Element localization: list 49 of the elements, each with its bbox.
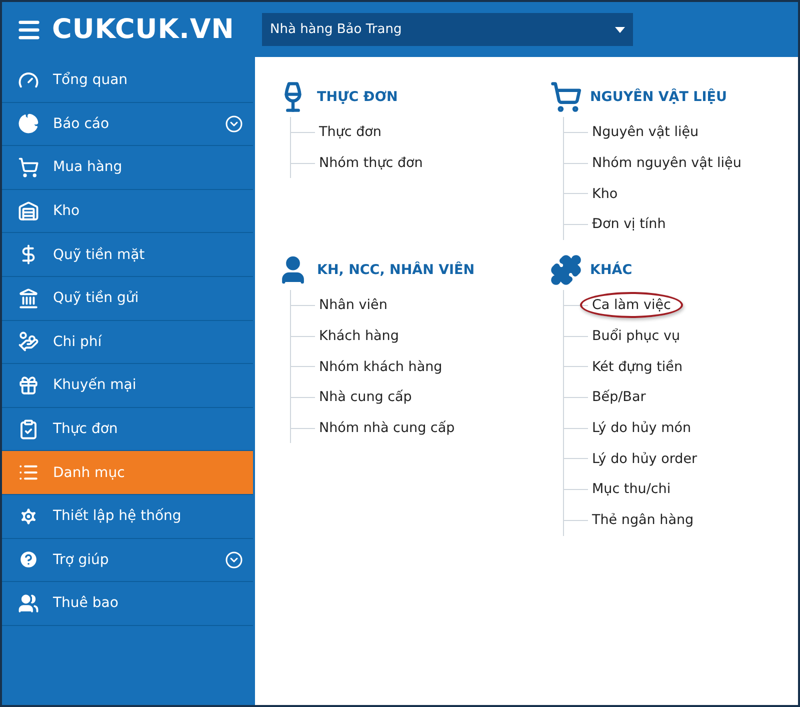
users-icon: [18, 592, 39, 614]
menu-link[interactable]: Nguyên vật liệu: [580, 119, 711, 146]
clipboard-icon: [18, 418, 39, 440]
sidebar-item[interactable]: Thuê bao: [2, 582, 253, 626]
gift-icon: [18, 374, 39, 396]
menu-link[interactable]: Kho: [580, 180, 630, 207]
pie-chart-icon: [18, 113, 39, 134]
menu-link[interactable]: Thẻ ngân hàng: [580, 507, 706, 534]
sidebar-item[interactable]: Quỹ tiền gửi: [2, 276, 253, 321]
caret-icon: [615, 26, 625, 32]
bank-icon: [18, 288, 39, 309]
sidebar-item[interactable]: Kho: [2, 190, 253, 234]
menu-link[interactable]: Nhóm nguyên vật liệu: [580, 150, 754, 176]
menu-link[interactable]: Nhóm thực đơn: [307, 150, 435, 176]
menu-link[interactable]: Két đựng tiền: [580, 354, 695, 380]
section-title: THỰC ĐƠN: [317, 89, 398, 105]
section-title: NGUYÊN VẬT LIỆU: [590, 89, 727, 105]
menu-link[interactable]: Bếp/Bar: [580, 384, 658, 410]
expand-icon[interactable]: [225, 114, 243, 133]
expand-icon[interactable]: [225, 550, 243, 569]
menu-link[interactable]: Đơn vị tính: [580, 211, 678, 238]
warehouse-icon: [18, 200, 39, 222]
sidebar-item[interactable]: Mua hàng: [2, 146, 253, 190]
sidebar-item[interactable]: Quỹ tiền mặt: [2, 233, 253, 277]
sidebar-item[interactable]: Khuyến mại: [2, 364, 253, 408]
sidebar-item[interactable]: Báo cáo: [2, 102, 253, 146]
cart-icon: [550, 81, 582, 113]
section-title: KHÁC: [590, 262, 632, 278]
puzzle-icon: [550, 254, 582, 286]
menu-link[interactable]: Thực đơn: [307, 119, 394, 146]
section-title: KH, NCC, NHÂN VIÊN: [317, 262, 475, 278]
logo: CUKCUK.VN: [52, 14, 234, 45]
menu-link[interactable]: Ca làm việc: [580, 292, 683, 318]
menu-link[interactable]: Nhà cung cấp: [307, 384, 424, 410]
menu-link[interactable]: Buổi phục vụ: [580, 323, 692, 350]
menu-link[interactable]: Khách hàng: [307, 323, 411, 350]
menu-link[interactable]: Nhóm nhà cung cấp: [307, 415, 467, 442]
sidebar-item[interactable]: Chi phí: [2, 320, 253, 364]
menu-link[interactable]: Lý do hủy order: [580, 446, 710, 472]
menu-link[interactable]: Lý do hủy món: [580, 415, 704, 442]
help-icon: [18, 549, 39, 570]
restaurant-select[interactable]: Nhà hàng Bảo Trang: [262, 13, 633, 46]
sidebar-item[interactable]: Thiết lập hệ thống: [2, 494, 253, 539]
menu-link[interactable]: Mục thu/chi: [580, 476, 683, 502]
cart-icon: [18, 156, 39, 178]
sidebar-item[interactable]: Trợ giúp: [2, 538, 253, 582]
menu-link[interactable]: Nhóm khách hàng: [307, 354, 454, 380]
menu-link[interactable]: Nhân viên: [307, 292, 400, 318]
sidebar-item[interactable]: Tổng quan: [2, 59, 253, 103]
